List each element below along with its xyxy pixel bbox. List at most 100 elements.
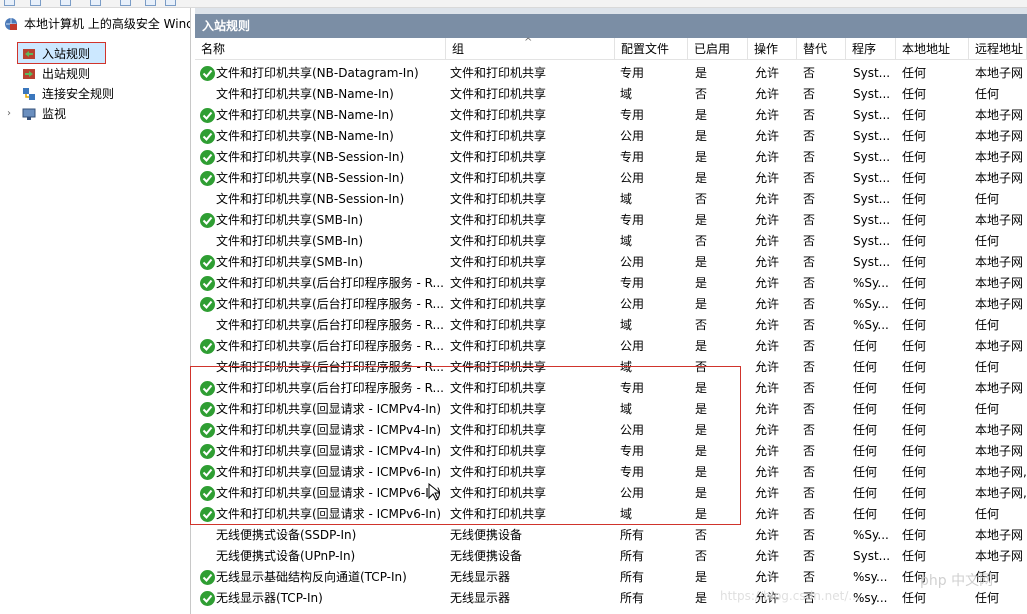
cell-override: 否 <box>803 150 816 164</box>
cell-action: 允许 <box>755 528 780 542</box>
cell-enabled: 是 <box>695 171 708 185</box>
rule-row[interactable]: 无线显示器(TCP-In) 无线显示器 所有是允许否 %sy... 任何 任何 <box>195 588 1027 609</box>
rule-row[interactable]: 文件和打印机共享(后台打印程序服务 - R... 文件和打印机共享 专用 是 允许 否 任何… <box>195 378 1027 399</box>
cell-program: %sy... <box>853 570 888 584</box>
rule-row[interactable]: 文件和打印机共享(SMB-In) 文件和打印机共享 专用 是 允许 否 Syst... 任何 本… <box>195 210 1027 231</box>
up-icon[interactable] <box>60 0 71 6</box>
enabled-check-icon <box>200 402 215 417</box>
cell-program: 任何 <box>853 339 878 353</box>
rule-row[interactable]: 文件和打印机共享(NB-Datagram-In) 文件和打印机共享 专用 是 允许 否 Sy… <box>195 63 1027 84</box>
column-override[interactable]: 替代 <box>797 38 846 60</box>
cell-name: 文件和打印机共享(回显请求 - ICMPv4-In) <box>216 402 442 416</box>
rule-row[interactable]: 文件和打印机共享(NB-Session-In) 文件和打印机共享 专用 是 允许 否 Sys… <box>195 147 1027 168</box>
console-icon[interactable] <box>165 0 176 6</box>
rule-row[interactable]: 文件和打印机共享(回显请求 - ICMPv4-In) 文件和打印机共享 域 是 允许 否 任… <box>195 399 1027 420</box>
column-local-address[interactable]: 本地地址 <box>896 38 969 60</box>
column-program[interactable]: 程序 <box>846 38 896 60</box>
enabled-check-icon <box>200 423 215 438</box>
rule-row[interactable]: 文件和打印机共享(后台打印程序服务 - R... 文件和打印机共享 域 否 允许 否 任何 任… <box>195 357 1027 378</box>
cell-profile: 域 <box>620 360 633 374</box>
tree-root[interactable]: 本地计算机 上的高级安全 Winc <box>0 14 190 34</box>
tree-item-connection-security-rules[interactable]: 连接安全规则 <box>0 84 190 104</box>
cell-name: 文件和打印机共享(后台打印程序服务 - R... <box>216 339 444 353</box>
rule-row[interactable]: 无线显示基础结构反向通道(TCP-In) 无线显示器 所有是允许否 %sy... 任何任… <box>195 567 1027 588</box>
cell-enabled: 是 <box>695 297 708 311</box>
tree-item-outbound-rules[interactable]: 出站规则 <box>0 64 190 84</box>
help-icon[interactable] <box>145 0 156 6</box>
column-action[interactable]: 操作 <box>748 38 797 60</box>
cell-local: 任何 <box>902 276 927 290</box>
cell-name: 文件和打印机共享(NB-Session-In) <box>216 150 405 164</box>
rule-row[interactable]: 文件和打印机共享(后台打印程序服务 - R... 文件和打印机共享 专用 是 允许 否 %S… <box>195 273 1027 294</box>
tree-item-monitoring[interactable]: › 监视 <box>0 104 190 124</box>
cell-local: 任何 <box>902 528 927 542</box>
cell-name: 文件和打印机共享(回显请求 - ICMPv6-In) <box>216 465 442 479</box>
rule-row[interactable]: 文件和打印机共享(NB-Name-In) 文件和打印机共享 专用 是 允许 否 Syst..… <box>195 105 1027 126</box>
rule-row[interactable]: 文件和打印机共享(回显请求 - ICMPv6-In) 文件和打印机共享 公用 是 允许 否… <box>195 483 1027 504</box>
cell-group: 文件和打印机共享 <box>450 339 547 353</box>
cell-action: 允许 <box>755 465 780 479</box>
rules-pane: 入站规则 名称 组 ^ 配置文件 已启用 操作 替代 程序 本地地址 远程地址 … <box>195 8 1027 614</box>
cell-remote: 任何 <box>975 591 1000 605</box>
cell-enabled: 是 <box>695 255 708 269</box>
rule-row[interactable]: 文件和打印机共享(回显请求 - ICMPv6-In) 文件和打印机共享 专用 是 允许 否… <box>195 462 1027 483</box>
cell-enabled: 否 <box>695 234 708 248</box>
rule-row[interactable]: 文件和打印机共享(后台打印程序服务 - R... 文件和打印机共享 公用 是 允许 否 任何… <box>195 336 1027 357</box>
column-remote-address[interactable]: 远程地址 <box>969 38 1027 60</box>
cell-name: 文件和打印机共享(后台打印程序服务 - R... <box>216 276 444 290</box>
rule-row[interactable]: 文件和打印机共享(回显请求 - ICMPv6-In) 文件和打印机共享 域 是 允许 否 任… <box>195 504 1027 525</box>
cell-local: 任何 <box>902 171 927 185</box>
cell-override: 否 <box>803 234 816 248</box>
rule-row[interactable]: 文件和打印机共享(NB-Session-In) 文件和打印机共享 公用 是 允许 否 Sys… <box>195 168 1027 189</box>
rule-row[interactable]: 文件和打印机共享(回显请求 - ICMPv4-In) 文件和打印机共享 公用 是 允许 否… <box>195 420 1027 441</box>
rule-row[interactable]: 文件和打印机共享(NB-Name-In) 文件和打印机共享 域 否 允许 否 Syst...… <box>195 84 1027 105</box>
cell-name: 无线显示基础结构反向通道(TCP-In) <box>216 570 407 584</box>
column-name[interactable]: 名称 <box>195 38 446 60</box>
cell-action: 允许 <box>755 297 780 311</box>
properties-icon[interactable] <box>120 0 131 6</box>
cell-profile: 公用 <box>620 171 645 185</box>
back-icon[interactable] <box>4 0 15 6</box>
column-profile[interactable]: 配置文件 <box>615 38 688 60</box>
cell-local: 任何 <box>902 129 927 143</box>
cell-profile: 所有 <box>620 570 645 584</box>
rule-row[interactable]: 文件和打印机共享(NB-Name-In) 文件和打印机共享 公用 是 允许 否 Syst..… <box>195 126 1027 147</box>
cell-local: 任何 <box>902 318 927 332</box>
cell-enabled: 是 <box>695 339 708 353</box>
expand-chevron-icon[interactable]: › <box>7 104 11 124</box>
cell-group: 无线便携设备 <box>450 528 523 542</box>
rule-row[interactable]: 文件和打印机共享(SMB-In) 文件和打印机共享 公用 是 允许 否 Syst... 任何 本… <box>195 252 1027 273</box>
tree-item-label: 连接安全规则 <box>42 87 115 101</box>
cell-profile: 公用 <box>620 297 645 311</box>
forward-icon[interactable] <box>30 0 41 6</box>
cell-group: 文件和打印机共享 <box>450 234 547 248</box>
cell-override: 否 <box>803 570 816 584</box>
cell-local: 任何 <box>902 591 927 605</box>
show-hide-tree-icon[interactable] <box>90 0 101 6</box>
column-enabled[interactable]: 已启用 <box>688 38 748 60</box>
rule-row[interactable]: 无线便携式设备(SSDP-In) 无线便携设备 所有 否 允许 否 %Sy... 任何 本地子网 <box>195 525 1027 546</box>
rule-row[interactable]: 文件和打印机共享(后台打印程序服务 - R... 文件和打印机共享 公用 是 允许 否 %S… <box>195 294 1027 315</box>
cell-enabled: 否 <box>695 192 708 206</box>
rule-row[interactable]: 文件和打印机共享(后台打印程序服务 - R... 文件和打印机共享 域 否 允许 否 %Sy… <box>195 315 1027 336</box>
rule-row[interactable]: 文件和打印机共享(SMB-In) 文件和打印机共享 域 否 允许 否 Syst... 任何 任何 <box>195 231 1027 252</box>
tree-item-inbound-rules[interactable]: 入站规则 <box>0 44 190 64</box>
cell-group: 无线显示器 <box>450 591 511 605</box>
cell-local: 任何 <box>902 66 927 80</box>
cell-group: 文件和打印机共享 <box>450 150 547 164</box>
cell-profile: 专用 <box>620 150 645 164</box>
enabled-check-icon <box>200 276 215 291</box>
cell-local: 任何 <box>902 444 927 458</box>
rule-row[interactable]: 无线便携式设备(UPnP-In) 无线便携设备 所有 否 允许 否 Syst... 任何 本地子… <box>195 546 1027 567</box>
cell-group: 文件和打印机共享 <box>450 171 547 185</box>
mouse-cursor-icon <box>428 482 442 504</box>
rule-row[interactable]: 文件和打印机共享(NB-Session-In) 文件和打印机共享 域 否 允许 否 Syst… <box>195 189 1027 210</box>
enabled-check-icon <box>200 570 215 585</box>
rule-row[interactable]: 文件和打印机共享(回显请求 - ICMPv4-In) 文件和打印机共享 专用 是 允许 否… <box>195 441 1027 462</box>
cell-local: 任何 <box>902 255 927 269</box>
cell-profile: 所有 <box>620 591 645 605</box>
cell-enabled: 是 <box>695 276 708 290</box>
cell-local: 任何 <box>902 213 927 227</box>
cell-action: 允许 <box>755 234 780 248</box>
cell-action: 允许 <box>755 423 780 437</box>
